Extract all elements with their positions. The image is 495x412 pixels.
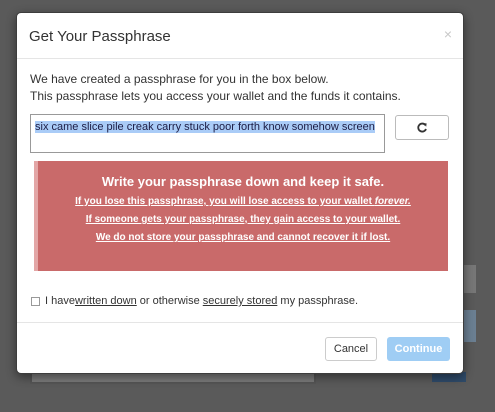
dialog-footer: Cancel Continue	[17, 323, 463, 373]
dialog-body: We have created a passphrase for you in …	[17, 59, 463, 323]
warning-box: Write your passphrase down and keep it s…	[34, 161, 448, 271]
warning-emphasis: forever.	[374, 196, 411, 207]
refresh-icon	[417, 122, 427, 132]
intro-text: We have created a passphrase for you in …	[30, 71, 401, 105]
warning-line-text: If you lose this passphrase, you will lo…	[75, 196, 375, 207]
confirm-row: I have written down or otherwise securel…	[31, 295, 358, 307]
passphrase-text: six came slice pile creak carry stuck po…	[35, 121, 375, 133]
dialog-header: Get Your Passphrase ×	[17, 13, 463, 59]
continue-button[interactable]: Continue	[387, 337, 450, 361]
passphrase-dialog: Get Your Passphrase × We have created a …	[16, 12, 464, 374]
close-icon[interactable]: ×	[444, 26, 452, 42]
warning-line: If you lose this passphrase, you will lo…	[38, 196, 448, 207]
securely-stored-link[interactable]: securely stored	[203, 295, 278, 307]
warning-line: We do not store your passphrase and cann…	[95, 232, 391, 243]
confirm-checkbox[interactable]	[31, 296, 40, 306]
warning-title: Write your passphrase down and keep it s…	[101, 174, 385, 189]
background-panel	[462, 265, 476, 293]
dialog-title: Get Your Passphrase	[29, 28, 171, 45]
cancel-button[interactable]: Cancel	[325, 337, 377, 361]
confirm-text: my passphrase.	[277, 295, 359, 307]
background-panel	[462, 310, 476, 342]
passphrase-textbox[interactable]: six came slice pile creak carry stuck po…	[30, 114, 385, 153]
confirm-text: I have	[45, 295, 75, 307]
written-down-link[interactable]: written down	[75, 295, 137, 307]
intro-line: We have created a passphrase for you in …	[30, 72, 329, 86]
confirm-text: or otherwise	[136, 295, 203, 307]
intro-line: This passphrase lets you access your wal…	[30, 89, 401, 103]
regenerate-button[interactable]	[395, 115, 449, 140]
warning-line: If someone gets your passphrase, they ga…	[85, 214, 401, 225]
